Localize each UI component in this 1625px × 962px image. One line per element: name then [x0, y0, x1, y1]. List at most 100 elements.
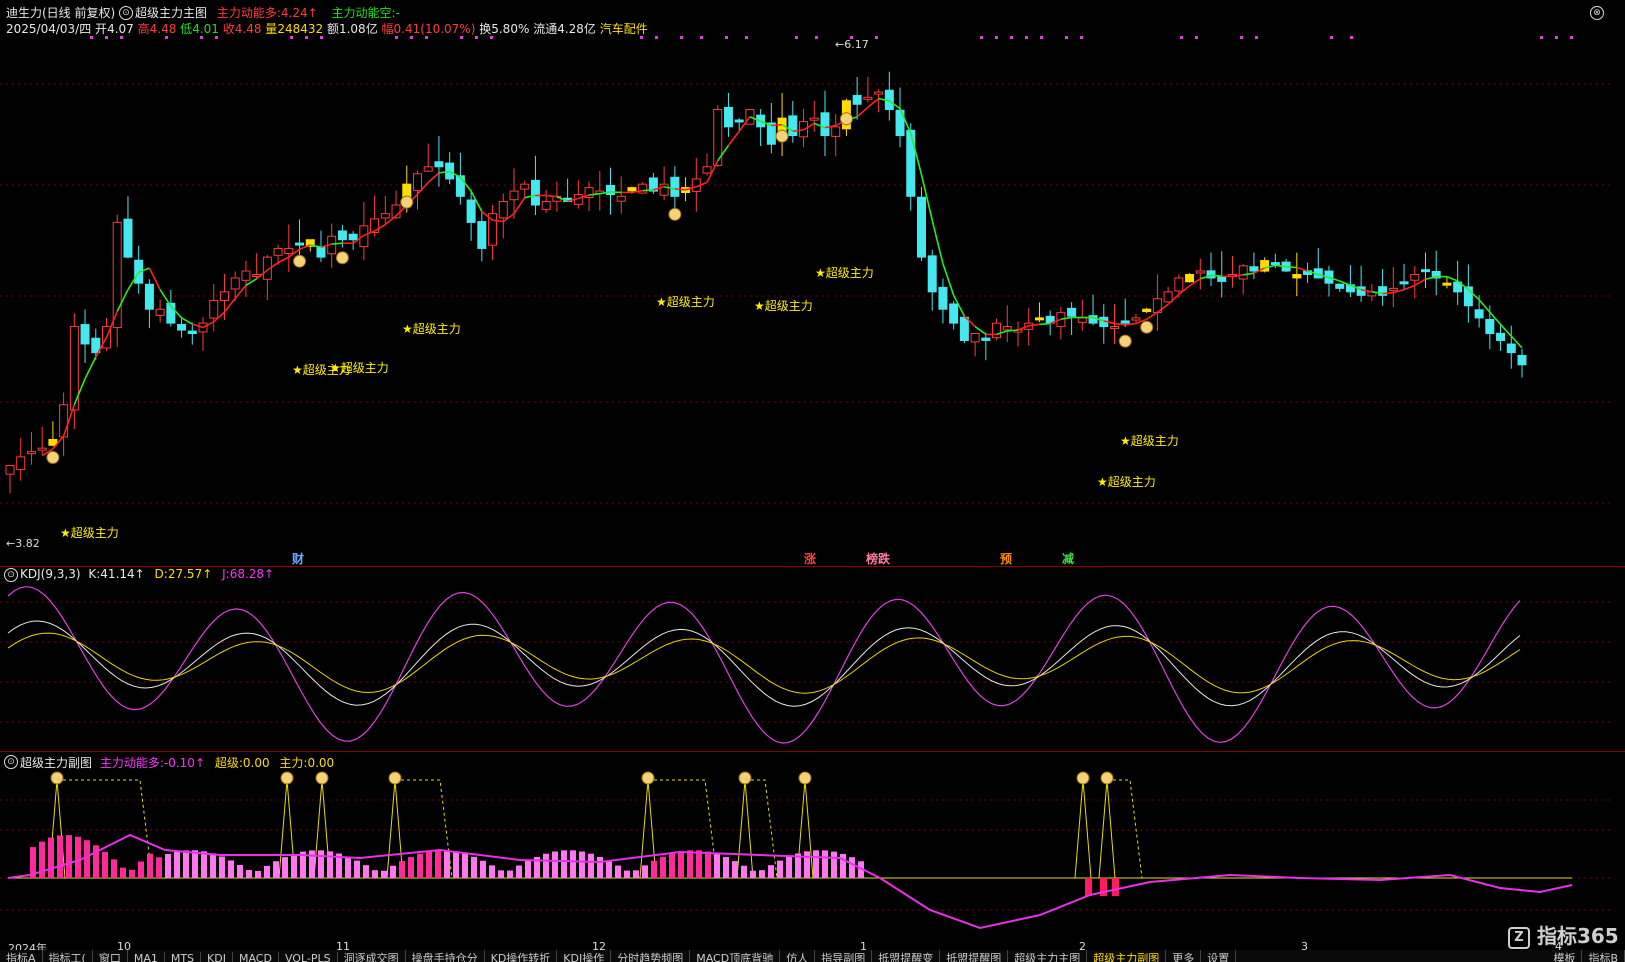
kdj-settings-icon[interactable]: ⊙	[4, 568, 18, 582]
candle-body	[219, 291, 229, 301]
candle-body	[509, 190, 519, 201]
event-mark-reduce[interactable]: 减	[1062, 550, 1074, 567]
indicator-tab[interactable]: KDJ	[201, 952, 233, 962]
indicator-tab[interactable]: 操盘手持仓分	[406, 950, 485, 962]
indicator-tab[interactable]: 抵盟提醒图	[940, 950, 1009, 962]
signal-dot	[640, 36, 643, 39]
candle-body	[466, 199, 476, 223]
sub-name[interactable]: 超级主力副图	[20, 756, 92, 770]
candle-body	[959, 316, 969, 341]
momentum-bar	[831, 851, 837, 878]
moving-average-segment	[1039, 322, 1051, 326]
money-bag-icon	[738, 771, 752, 785]
indicator-tab[interactable]: 设置	[1201, 950, 1237, 962]
kdj-chart[interactable]	[0, 582, 1625, 750]
moving-average-segment	[856, 106, 869, 118]
candle-body	[1474, 309, 1484, 319]
momentum-bar	[111, 859, 117, 878]
momentum-bar	[453, 851, 459, 878]
indicator-tab[interactable]: 指标A	[0, 950, 43, 962]
momentum-bar	[381, 870, 387, 878]
sub-chart[interactable]	[0, 770, 1625, 938]
signal-dot	[215, 36, 218, 39]
momentum-bar	[282, 857, 288, 878]
moving-average-segment	[1403, 284, 1416, 291]
indicator-tab[interactable]: 指导副图	[815, 950, 873, 962]
momentum-bar	[345, 856, 351, 878]
event-mark-list-fall[interactable]: 榜跌	[866, 550, 890, 567]
indicator-tab[interactable]: MACD	[233, 952, 279, 962]
money-bag-icon	[388, 771, 402, 785]
signal-dot	[1255, 36, 1258, 39]
indicator-tab[interactable]: 洞逐成交图	[338, 950, 406, 962]
momentum-bar	[696, 850, 702, 878]
candle-body	[863, 96, 873, 100]
indicator-tab[interactable]: VOL-PLS	[279, 952, 338, 962]
signal-dot	[745, 36, 748, 39]
candle-body	[659, 183, 669, 196]
moving-average-segment	[546, 194, 557, 198]
indicator-tab-right[interactable]: 模板	[1547, 950, 1583, 962]
momentum-bar	[75, 836, 81, 878]
candle-body	[284, 247, 294, 254]
indicator-tab[interactable]: 分时趋势频图	[611, 950, 691, 962]
candle-body	[702, 166, 712, 174]
indicator-tab[interactable]: 抵盟提醒变	[872, 950, 941, 962]
signal-dot	[90, 36, 93, 39]
indicator-tab[interactable]: 更多	[1166, 950, 1202, 962]
event-mark-forecast[interactable]: 预	[1000, 550, 1012, 567]
momentum-bar	[588, 853, 594, 878]
kdj-k-label: K:	[88, 567, 101, 581]
indicator-tab[interactable]: 窗口	[93, 950, 128, 962]
kdj-name[interactable]: KDJ(9,3,3)	[20, 567, 81, 581]
momentum-bar	[543, 853, 549, 878]
moving-average-segment	[1007, 329, 1019, 332]
indicator-tab[interactable]: MACD顶底背驰	[690, 950, 781, 962]
indicator-tab[interactable]: 仿人	[780, 950, 816, 962]
candle-body	[16, 456, 26, 471]
indicator-tab[interactable]: 指标工(	[43, 950, 93, 962]
candle-body	[1185, 273, 1195, 283]
momentum-bar	[57, 835, 63, 878]
candle-body	[1120, 320, 1130, 324]
super-force-tag: ★超级主力	[656, 295, 715, 309]
indicator-tab[interactable]: MTS	[165, 952, 202, 962]
indicator-tab[interactable]: 超级主力副图	[1087, 950, 1167, 962]
candle-body	[1399, 281, 1409, 285]
indicator-tab[interactable]: KD操作转折	[485, 950, 558, 962]
money-bag-icon	[798, 771, 812, 785]
price-chart[interactable]	[0, 0, 1625, 565]
candle-body	[445, 162, 455, 180]
signal-dot	[980, 36, 983, 39]
candle-body	[348, 233, 358, 241]
momentum-bar	[759, 870, 765, 878]
indicator-tab-right[interactable]: 指标B	[1582, 950, 1625, 962]
candle-body	[1249, 266, 1259, 272]
candle-body	[26, 451, 36, 455]
candle-body	[59, 404, 69, 438]
signal-dot	[1555, 36, 1558, 39]
sub-settings-icon[interactable]: ⊙	[4, 755, 18, 769]
momentum-bar	[768, 865, 774, 878]
money-bag-icon	[839, 112, 853, 126]
momentum-bar	[426, 851, 432, 878]
candle-body	[1506, 343, 1516, 354]
event-mark-rise[interactable]: 涨	[804, 550, 816, 567]
momentum-bar	[606, 860, 612, 878]
moving-average-segment	[427, 172, 440, 184]
super-force-tag: ★超级主力	[1120, 434, 1179, 448]
event-mark-financial[interactable]: 财	[292, 550, 304, 567]
sub-c-label: 主力:	[279, 756, 308, 770]
moving-average-segment	[277, 256, 290, 264]
indicator-tab[interactable]: 超级主力主图	[1008, 950, 1088, 962]
signal-dot	[995, 36, 998, 39]
signal-dot	[320, 36, 323, 39]
sub-b-value: 0.00	[242, 756, 270, 770]
indicator-tab[interactable]: MA1	[128, 952, 165, 962]
momentum-bar	[372, 870, 378, 878]
indicator-tab[interactable]: KDJ操作	[557, 950, 612, 962]
momentum-bar	[822, 850, 828, 878]
signal-dot	[490, 36, 493, 39]
candle-body	[316, 246, 326, 258]
moving-average-segment	[771, 123, 783, 127]
